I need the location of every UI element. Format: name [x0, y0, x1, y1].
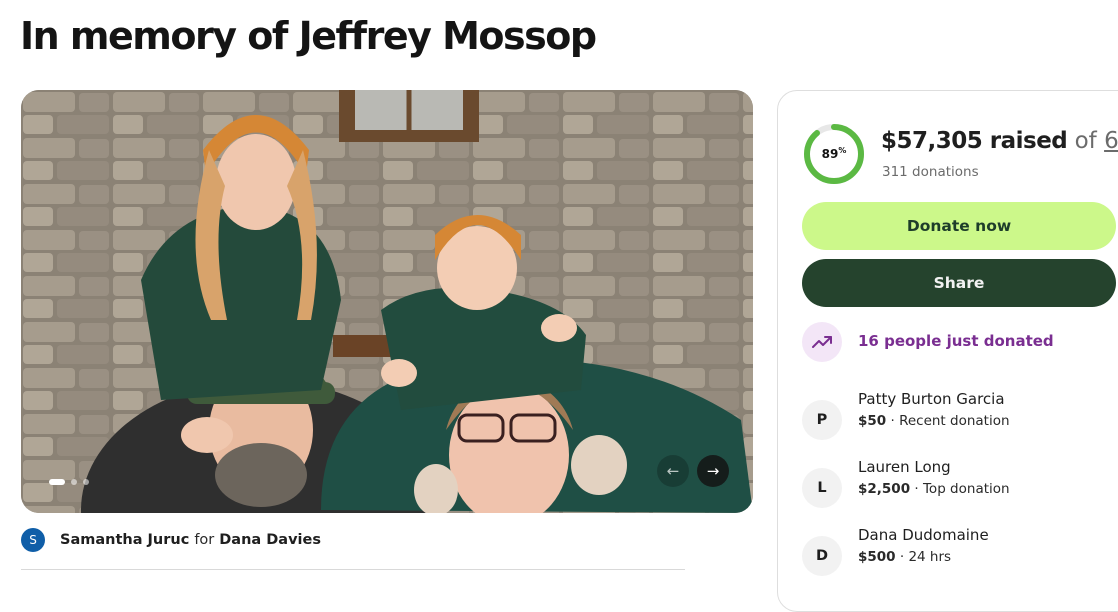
organizer-line: S Samantha Juruc for Dana Davies [21, 528, 321, 552]
organizer-name[interactable]: Samantha Juruc [60, 532, 189, 548]
raised-of-text: of [1074, 128, 1097, 154]
organizer-avatar[interactable]: S [21, 528, 45, 552]
goal-amount-link[interactable]: 65K [1104, 128, 1118, 154]
recent-donations-trend: 16 people just donated [858, 332, 1054, 350]
donor-note: Recent donation [899, 413, 1010, 429]
donate-now-button[interactable]: Donate now [802, 202, 1116, 250]
fundraiser-photo-carousel[interactable]: ← → [21, 90, 753, 513]
carousel-dot[interactable] [83, 479, 89, 485]
beneficiary-name[interactable]: Dana Davies [219, 532, 321, 548]
arrow-left-icon: ← [666, 462, 680, 480]
amount-raised: $57,305 raised of 65K [881, 128, 1118, 154]
donation-count[interactable]: 311 donations [882, 164, 979, 180]
donor-meta: $2,500 · Top donation [858, 481, 1010, 497]
carousel-next-button[interactable]: → [697, 455, 729, 487]
donor-note: 24 hrs [908, 549, 952, 565]
carousel-dot[interactable] [71, 479, 77, 485]
donor-note: Top donation [922, 481, 1010, 497]
carousel-dot-active[interactable] [49, 479, 65, 485]
donor-amount: $500 [858, 549, 896, 565]
donor-name: Dana Dudomaine [858, 526, 989, 544]
donor-avatar: P [802, 400, 842, 440]
family-photo [21, 90, 753, 513]
donor-avatar: D [802, 536, 842, 576]
divider [21, 569, 685, 570]
progress-percent: 89% [821, 146, 847, 161]
donor-avatar: L [802, 468, 842, 508]
donor-meta: $50 · Recent donation [858, 413, 1010, 429]
donor-name: Lauren Long [858, 458, 951, 476]
donor-amount: $50 [858, 413, 887, 429]
carousel-indicators [49, 479, 89, 485]
raised-amount: $57,305 raised [881, 128, 1068, 154]
share-button[interactable]: Share [802, 259, 1116, 307]
trending-up-icon [802, 322, 842, 362]
donor-amount: $2,500 [858, 481, 911, 497]
donor-meta: $500 · 24 hrs [858, 549, 952, 565]
page-title: In memory of Jeffrey Mossop [20, 14, 597, 58]
carousel-prev-button[interactable]: ← [657, 455, 689, 487]
donor-name: Patty Burton Garcia [858, 390, 1005, 408]
organizer-for-text: for [194, 532, 215, 548]
arrow-right-icon: → [706, 462, 720, 480]
